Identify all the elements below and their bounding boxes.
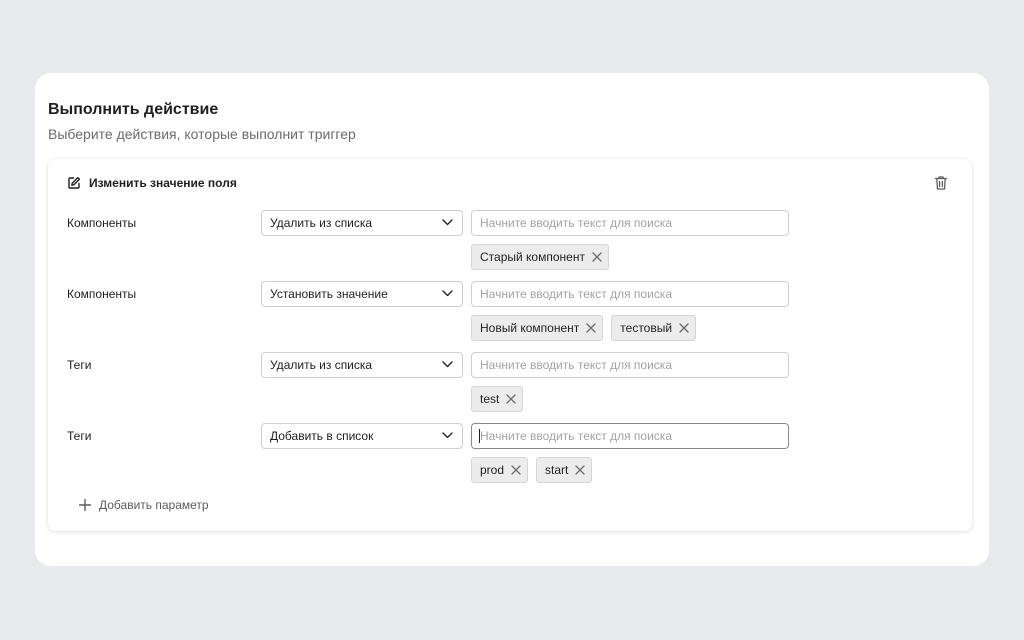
chip: prod: [471, 457, 529, 483]
chevron-down-icon: [442, 432, 453, 439]
operation-select[interactable]: Установить значение: [261, 281, 463, 307]
operation-select[interactable]: Добавить в список: [261, 423, 463, 449]
chevron-down-icon: [442, 361, 453, 368]
operation-select-value: Удалить из списка: [270, 358, 373, 372]
chip: test: [471, 386, 524, 412]
edit-icon: [67, 176, 81, 190]
search-input[interactable]: [471, 423, 789, 449]
close-icon[interactable]: [506, 394, 516, 404]
close-icon[interactable]: [679, 323, 689, 333]
chip: start: [536, 457, 593, 483]
chip-label: Старый компонент: [480, 250, 585, 264]
chip-label: test: [480, 392, 500, 406]
close-icon[interactable]: [586, 323, 596, 333]
operation-select[interactable]: Удалить из списка: [261, 352, 463, 378]
chip-list: test: [471, 386, 524, 412]
close-icon[interactable]: [575, 465, 586, 475]
chip-list: Новый компонент тестовый: [471, 315, 697, 341]
trash-icon[interactable]: [934, 175, 948, 196]
add-parameter-button[interactable]: Добавить параметр: [79, 498, 209, 512]
field-label: Компоненты: [67, 216, 137, 230]
search-input[interactable]: [471, 281, 789, 307]
trigger-action-panel: Выполнить действие Выберите действия, ко…: [35, 73, 989, 566]
chip-list: Старый компонент: [471, 244, 609, 270]
page-subtitle: Выберите действия, которые выполнит триг…: [48, 126, 356, 142]
chip-label: Новый компонент: [480, 321, 580, 335]
field-label: Теги: [67, 358, 92, 372]
action-title: Изменить значение поля: [89, 176, 237, 190]
chip: Новый компонент: [471, 315, 604, 341]
operation-select-value: Установить значение: [270, 287, 388, 301]
operation-select-value: Удалить из списка: [270, 216, 373, 230]
chip-list: prod start: [471, 457, 593, 483]
close-icon[interactable]: [511, 465, 521, 475]
operation-select[interactable]: Удалить из списка: [261, 210, 463, 236]
chevron-down-icon: [442, 219, 453, 226]
search-input[interactable]: [471, 352, 789, 378]
action-card: Изменить значение поля Компоненты Удалит…: [48, 159, 972, 531]
chip-label: start: [545, 463, 569, 477]
chip-label: prod: [480, 463, 505, 477]
operation-select-value: Добавить в список: [270, 429, 374, 443]
field-label: Теги: [67, 429, 92, 443]
chip-label: тестовый: [620, 321, 673, 335]
chip: тестовый: [611, 315, 697, 341]
add-parameter-label: Добавить параметр: [99, 498, 209, 512]
action-header: Изменить значение поля: [67, 176, 237, 190]
text-cursor: [479, 429, 480, 443]
chip: Старый компонент: [471, 244, 609, 270]
field-label: Компоненты: [67, 287, 137, 301]
close-icon[interactable]: [592, 252, 602, 262]
page-title: Выполнить действие: [48, 101, 219, 118]
chevron-down-icon: [442, 290, 453, 297]
plus-icon: [79, 499, 91, 511]
search-input[interactable]: [471, 210, 789, 236]
